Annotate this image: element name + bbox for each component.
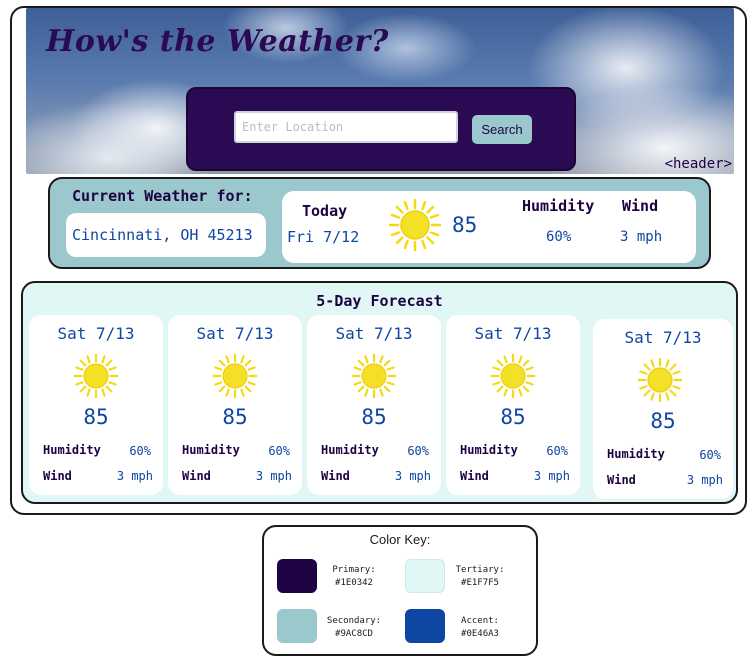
forecast-card: Sat 7/13 85 Humidity 60% Wind 3 mph: [593, 319, 733, 499]
sun-icon: [212, 353, 258, 403]
today-card: Today Fri 7/12 85 Humidity Wind 60% 3 mp…: [282, 191, 696, 263]
header-banner: How's the Weather? Search <header>: [26, 8, 734, 174]
swatch-tertiary: [405, 559, 445, 593]
sun-icon: [388, 198, 442, 256]
search-button[interactable]: Search: [472, 115, 532, 144]
forecast-humidity-label: Humidity: [43, 443, 101, 457]
today-humidity-label: Humidity: [522, 197, 595, 215]
today-wind-value: 3 mph: [620, 229, 663, 245]
swatch-hex: #9AC8CD: [335, 629, 373, 639]
swatch-secondary-text: Secondary: #9AC8CD: [324, 615, 384, 641]
forecast-card: Sat 7/13 85 Humidity 60% Wind 3 mph: [29, 315, 163, 495]
swatch-hex: #0E46A3: [461, 629, 499, 639]
today-temperature: 85: [452, 213, 478, 237]
search-panel: Search: [186, 87, 576, 171]
forecast-wind-value: 3 mph: [255, 469, 292, 483]
forecast-card: Sat 7/13 85 Humidity 60% Wind 3 mph: [446, 315, 580, 495]
swatch-accent: [405, 609, 445, 643]
forecast-humidity-label: Humidity: [460, 443, 518, 457]
color-key-title: Color Key:: [369, 532, 431, 547]
page-title: How's the Weather?: [46, 24, 389, 59]
sun-icon: [490, 353, 536, 403]
forecast-wind-label: Wind: [460, 469, 489, 483]
swatch-label: Tertiary:: [455, 565, 505, 575]
header-tag-label: <header>: [664, 156, 732, 172]
today-wind-label: Wind: [622, 197, 659, 215]
location-text: Cincinnati, OH 45213: [72, 226, 253, 244]
swatch-hex: #1E0342: [335, 578, 373, 588]
swatch-label: Secondary:: [326, 616, 382, 626]
current-weather-panel: Current Weather for: Cincinnati, OH 4521…: [48, 177, 711, 269]
sun-icon: [73, 353, 119, 403]
forecast-humidity-label: Humidity: [182, 443, 240, 457]
forecast-wind-label: Wind: [607, 473, 636, 487]
forecast-temperature: 85: [500, 405, 526, 429]
forecast-temperature: 85: [222, 405, 248, 429]
swatch-label: Accent:: [461, 616, 499, 626]
sun-icon: [351, 353, 397, 403]
forecast-wind-value: 3 mph: [116, 469, 153, 483]
forecast-humidity-value: 60%: [546, 444, 568, 458]
current-weather-label: Current Weather for:: [72, 187, 253, 205]
forecast-wind-label: Wind: [43, 469, 72, 483]
forecast-temperature: 85: [83, 405, 109, 429]
forecast-date: Sat 7/13: [335, 324, 413, 343]
color-key-panel: Color Key: Primary: #1E0342 Tertiary: #E…: [262, 525, 538, 656]
forecast-humidity-label: Humidity: [321, 443, 379, 457]
forecast-wind-label: Wind: [182, 469, 211, 483]
forecast-date: Sat 7/13: [474, 324, 552, 343]
swatch-tertiary-text: Tertiary: #E1F7F5: [450, 564, 510, 590]
swatch-hex: #E1F7F5: [461, 578, 499, 588]
forecast-humidity-label: Humidity: [607, 447, 665, 461]
forecast-date: Sat 7/13: [196, 324, 274, 343]
forecast-wind-value: 3 mph: [686, 473, 723, 487]
forecast-title: 5-Day Forecast: [316, 292, 443, 310]
forecast-date: Sat 7/13: [57, 324, 135, 343]
five-day-forecast-panel: 5-Day Forecast Sat 7/13 85 Humidity 60% …: [21, 281, 738, 504]
sun-icon: [637, 357, 683, 407]
swatch-secondary: [277, 609, 317, 643]
location-display: Cincinnati, OH 45213: [66, 213, 266, 257]
today-label: Today: [302, 202, 348, 220]
forecast-temperature: 85: [361, 405, 387, 429]
swatch-label: Primary:: [332, 565, 376, 575]
forecast-date: Sat 7/13: [624, 328, 702, 347]
forecast-wind-label: Wind: [321, 469, 350, 483]
forecast-card: Sat 7/13 85 Humidity 60% Wind 3 mph: [307, 315, 441, 495]
location-search-input[interactable]: [234, 111, 458, 143]
forecast-wind-value: 3 mph: [533, 469, 570, 483]
swatch-primary: [277, 559, 317, 593]
today-humidity-value: 60%: [546, 229, 572, 245]
forecast-temperature: 85: [650, 409, 676, 433]
swatch-accent-text: Accent: #0E46A3: [452, 615, 508, 641]
forecast-humidity-value: 60%: [407, 444, 429, 458]
today-date: Fri 7/12: [287, 228, 360, 246]
forecast-humidity-value: 60%: [129, 444, 151, 458]
forecast-humidity-value: 60%: [268, 444, 290, 458]
forecast-wind-value: 3 mph: [394, 469, 431, 483]
forecast-humidity-value: 60%: [699, 448, 721, 462]
forecast-card: Sat 7/13 85 Humidity 60% Wind 3 mph: [168, 315, 302, 495]
swatch-primary-text: Primary: #1E0342: [326, 564, 382, 590]
